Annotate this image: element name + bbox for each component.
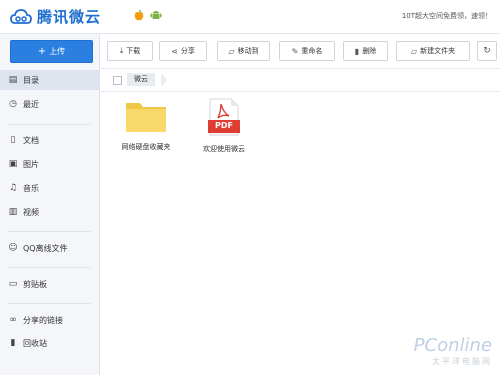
rename-icon: ✎ [291,46,299,56]
breadcrumb-item[interactable]: 微云 [127,73,155,86]
pdf-badge: PDF [215,121,233,130]
directory-icon: ▤ [8,75,18,85]
rename-label: 重命名 [301,47,323,55]
qq-icon: ☺ [8,243,18,253]
refresh-icon: ↻ [483,46,491,56]
sidebar-item-recent[interactable]: ◷ 最近 [0,94,99,114]
sidebar: + 上传 ▤ 目录 ◷ 最近 ▯ 文档 ▣ 图片 ♫ 音乐 ▥ 视频 ☺ QQ离… [0,34,100,375]
promo-link[interactable]: 10T超大空间免费领，速领！ [402,11,492,21]
folder-icon [126,103,166,132]
watermark-subtitle: 太平洋电脑网 [432,357,492,366]
pdf-file-icon [208,98,240,136]
clock-icon: ◷ [9,99,17,109]
new-folder-label: 新建文件夹 [420,47,456,55]
sidebar-divider [8,124,91,125]
watermark-brand: PConline [413,335,492,356]
sidebar-item-label: 分享的链接 [23,315,63,325]
sidebar-divider [8,231,91,232]
move-folder-icon: ▱ [228,46,235,56]
watermark: PConline 太平洋电脑网 [414,335,492,367]
apple-icon[interactable] [133,9,145,21]
toolbar: ⤓ 下载 ⋖ 分享 ▱ 移动到 ✎ 重命名 ▮ 删除 ▱ 新建文件夹 ↻ [100,34,500,67]
file-item-pdf[interactable]: PDF 欢迎使用微云 [186,98,262,154]
breadcrumb: 微云 [100,68,500,92]
sidebar-item-label: 视频 [23,207,39,217]
download-icon: ⤓ [119,46,124,55]
sidebar-divider [8,267,91,268]
sidebar-item-label: 图片 [23,159,39,169]
share-label: 分享 [180,47,195,55]
sidebar-item-label: 文档 [23,135,39,145]
video-icon: ▥ [8,207,18,217]
app-logo-text: 腾讯微云 [37,8,102,26]
new-folder-icon: ▱ [410,46,418,56]
sidebar-divider [8,303,91,304]
move-to-button[interactable]: ▱ 移动到 [217,41,270,61]
sidebar-item-label: 音乐 [23,183,39,193]
upload-label: 上传 [49,47,66,56]
sidebar-item-clipboard[interactable]: ▭ 剪贴板 [0,274,99,294]
move-to-label: 移动到 [237,47,259,55]
app-logo[interactable]: 腾讯微云 [10,6,101,27]
sidebar-item-documents[interactable]: ▯ 文档 [0,130,99,150]
link-icon: ∞ [9,315,17,325]
sidebar-item-label: 目录 [23,75,39,85]
upload-button[interactable]: + 上传 [10,40,93,63]
sidebar-item-trash[interactable]: ▮ 回收站 [0,333,99,353]
delete-icon: ▮ [354,46,360,56]
share-button[interactable]: ⋖ 分享 [159,41,207,61]
document-icon: ▯ [10,135,16,145]
android-icon[interactable] [150,9,162,21]
clipboard-icon: ▭ [8,279,18,289]
cloud-logo-icon [10,8,32,24]
file-grid: 网络硬盘收藏夹 PDF 欢迎使用微云 PConline 太平洋电脑网 [100,92,500,375]
file-name: 欢迎使用微云 [203,145,245,153]
sidebar-item-label: 剪贴板 [23,279,47,289]
breadcrumb-arrow [161,73,167,87]
sidebar-item-music[interactable]: ♫ 音乐 [0,178,99,198]
sidebar-item-pictures[interactable]: ▣ 图片 [0,154,99,174]
file-item-folder[interactable]: 网络硬盘收藏夹 [108,98,184,152]
refresh-button[interactable]: ↻ [477,41,497,61]
top-bar: 腾讯微云 10T超大空间免费领，速领！ [0,0,500,34]
delete-label: 删除 [362,47,377,55]
delete-button[interactable]: ▮ 删除 [343,41,388,61]
file-name: 网络硬盘收藏夹 [121,143,171,151]
sidebar-item-shared-links[interactable]: ∞ 分享的链接 [0,310,99,330]
picture-icon: ▣ [8,159,18,169]
new-folder-button[interactable]: ▱ 新建文件夹 [396,41,470,61]
music-icon: ♫ [8,183,18,193]
rename-button[interactable]: ✎ 重命名 [279,41,335,61]
sidebar-item-qq-offline[interactable]: ☺ QQ离线文件 [0,238,99,258]
share-icon: ⋖ [171,46,178,56]
plus-icon: + [37,46,47,57]
sidebar-item-label: 回收站 [23,338,47,348]
sidebar-item-label: 最近 [23,99,39,109]
download-label: 下载 [126,47,141,55]
select-all-checkbox[interactable] [113,76,122,85]
sidebar-item-label: QQ离线文件 [23,243,68,253]
sidebar-item-video[interactable]: ▥ 视频 [0,202,99,222]
sidebar-item-directory[interactable]: ▤ 目录 [0,70,99,90]
trash-icon: ▮ [10,338,16,348]
download-button[interactable]: ⤓ 下载 [107,41,153,61]
